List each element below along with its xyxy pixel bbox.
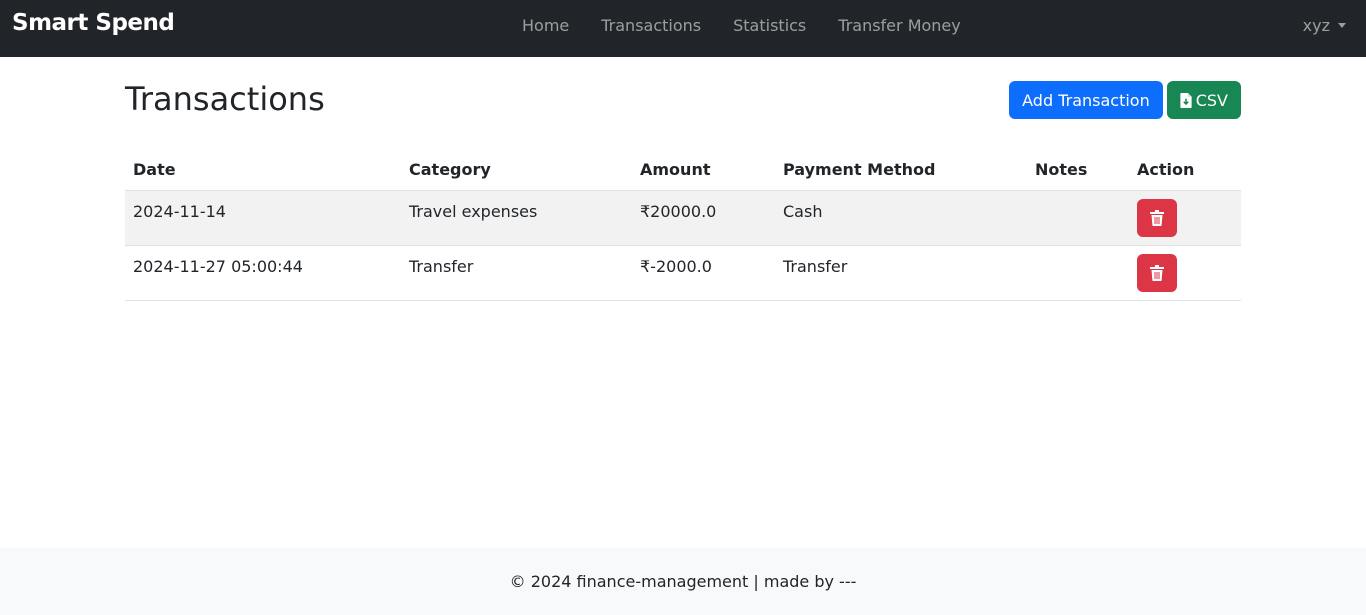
header-amount: Amount bbox=[632, 150, 775, 191]
nav-links: Home Transactions Statistics Transfer Mo… bbox=[506, 16, 977, 35]
nav-statistics[interactable]: Statistics bbox=[717, 16, 822, 35]
add-transaction-label: Add Transaction bbox=[1022, 90, 1150, 110]
header-payment-method: Payment Method bbox=[775, 150, 1027, 191]
caret-down-icon bbox=[1338, 23, 1346, 28]
footer: © 2024 finance-management | made by --- bbox=[0, 548, 1366, 615]
csv-label: CSV bbox=[1195, 90, 1228, 110]
add-transaction-button[interactable]: Add Transaction bbox=[1009, 81, 1163, 119]
delete-button[interactable] bbox=[1137, 254, 1177, 292]
navbar: Smart Spend Home Transactions Statistics… bbox=[0, 0, 1366, 57]
table-row: 2024-11-27 05:00:44 Transfer ₹-2000.0 Tr… bbox=[125, 245, 1241, 301]
cell-date: 2024-11-27 05:00:44 bbox=[125, 245, 401, 301]
cell-notes bbox=[1027, 245, 1129, 301]
header-notes: Notes bbox=[1027, 150, 1129, 191]
trash-icon bbox=[1150, 210, 1164, 226]
cell-notes bbox=[1027, 190, 1129, 246]
page-actions: Add Transaction CSV bbox=[1009, 81, 1241, 119]
nav-transfer-money[interactable]: Transfer Money bbox=[822, 16, 976, 35]
transactions-table: Date Category Amount Payment Method Note… bbox=[125, 150, 1241, 301]
cell-category: Travel expenses bbox=[401, 190, 632, 246]
table-row: 2024-11-14 Travel expenses ₹20000.0 Cash bbox=[125, 190, 1241, 246]
header-date: Date bbox=[125, 150, 401, 191]
trash-icon bbox=[1150, 265, 1164, 281]
cell-payment-method: Transfer bbox=[775, 245, 1027, 301]
cell-amount: ₹20000.0 bbox=[632, 190, 775, 246]
header-action: Action bbox=[1129, 150, 1241, 191]
page-title: Transactions bbox=[125, 80, 325, 118]
csv-export-button[interactable]: CSV bbox=[1166, 81, 1241, 119]
footer-text: © 2024 finance-management | made by --- bbox=[509, 572, 857, 591]
cell-action bbox=[1129, 245, 1241, 301]
user-dropdown[interactable]: xyz bbox=[1303, 16, 1346, 35]
table-header-row: Date Category Amount Payment Method Note… bbox=[125, 150, 1241, 191]
cell-amount: ₹-2000.0 bbox=[632, 245, 775, 301]
cell-action bbox=[1129, 190, 1241, 246]
user-name: xyz bbox=[1302, 16, 1330, 35]
brand-logo[interactable]: Smart Spend bbox=[12, 10, 175, 36]
cell-payment-method: Cash bbox=[775, 190, 1027, 246]
nav-transactions[interactable]: Transactions bbox=[585, 16, 717, 35]
delete-button[interactable] bbox=[1137, 199, 1177, 237]
header-category: Category bbox=[401, 150, 632, 191]
cell-category: Transfer bbox=[401, 245, 632, 301]
nav-home[interactable]: Home bbox=[506, 16, 585, 35]
cell-date: 2024-11-14 bbox=[125, 190, 401, 246]
file-download-icon bbox=[1180, 92, 1192, 108]
